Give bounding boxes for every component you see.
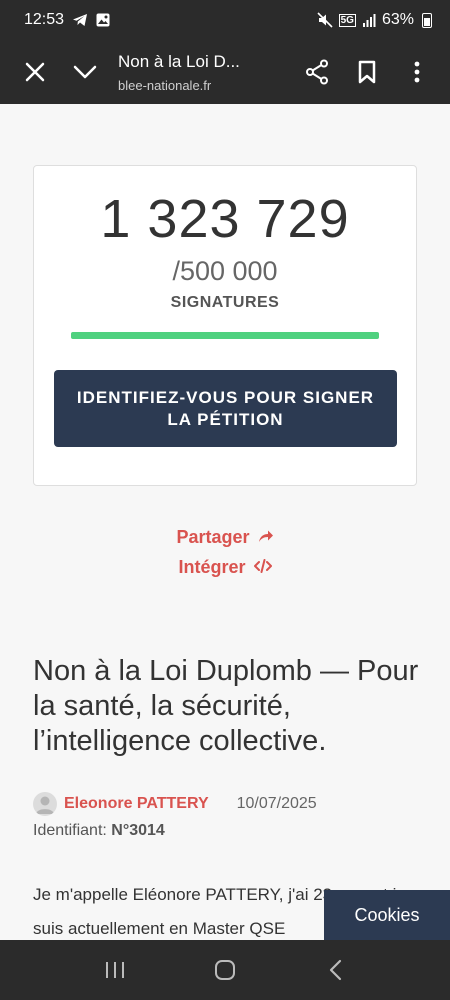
signature-card: 1 323 729 /500 000 SIGNATURES IDENTIFIEZ… — [33, 165, 417, 486]
chevron-down-icon[interactable] — [60, 47, 110, 97]
petition-identifier: Identifiant: N°3014 — [33, 822, 165, 840]
back-icon[interactable] — [305, 945, 365, 995]
page-content: 1 323 729 /500 000 SIGNATURES IDENTIFIEZ… — [0, 104, 450, 940]
close-icon[interactable] — [10, 47, 60, 97]
cookies-button[interactable]: Cookies — [324, 890, 450, 940]
identifier-value: N°3014 — [111, 822, 165, 839]
author-name[interactable]: Eleonore PATTERY — [64, 795, 209, 813]
signature-goal: /500 000 — [172, 256, 278, 286]
share-link[interactable]: Partager — [0, 527, 450, 548]
signature-count: 1 323 729 — [100, 189, 350, 249]
avatar-icon — [33, 792, 57, 816]
status-bar: 12:53 5G 63% — [0, 0, 450, 40]
signal-icon — [362, 13, 376, 27]
share-icon[interactable] — [292, 47, 342, 97]
author-row: Eleonore PATTERY 10/07/2025 — [33, 792, 317, 816]
telegram-icon — [72, 13, 88, 27]
share-label: Partager — [176, 527, 250, 547]
bookmark-icon[interactable] — [342, 47, 392, 97]
share-arrow-icon — [258, 527, 274, 548]
signatures-label: SIGNATURES — [170, 294, 280, 311]
progress-fill — [71, 332, 379, 339]
status-time: 12:53 — [24, 11, 65, 28]
recent-apps-icon[interactable] — [85, 945, 145, 995]
page-url: blee-nationale.fr — [118, 77, 212, 93]
petition-title: Non à la Loi Duplomb — Pour la santé, la… — [33, 655, 419, 757]
more-icon[interactable] — [392, 47, 442, 97]
browser-toolbar: Non à la Loi D... blee-nationale.fr — [0, 40, 450, 104]
navigation-bar — [0, 940, 450, 1000]
code-icon — [253, 557, 272, 578]
signature-progress-bar — [71, 332, 379, 339]
petition-date: 10/07/2025 — [236, 795, 317, 812]
page-title: Non à la Loi D... — [118, 51, 240, 71]
home-icon[interactable] — [195, 945, 255, 995]
battery-icon — [422, 12, 432, 28]
battery-percent: 63% — [381, 11, 414, 28]
embed-link[interactable]: Intégrer — [0, 557, 450, 578]
page-title-block[interactable]: Non à la Loi D... blee-nationale.fr — [118, 52, 292, 93]
sign-petition-button[interactable]: IDENTIFIEZ-VOUS POUR SIGNER LA PÉTITION — [54, 370, 397, 447]
embed-label: Intégrer — [178, 557, 246, 577]
mute-icon — [317, 12, 333, 28]
gallery-icon — [96, 13, 110, 27]
identifier-label: Identifiant: — [33, 822, 107, 839]
network-type: 5G — [338, 13, 356, 27]
